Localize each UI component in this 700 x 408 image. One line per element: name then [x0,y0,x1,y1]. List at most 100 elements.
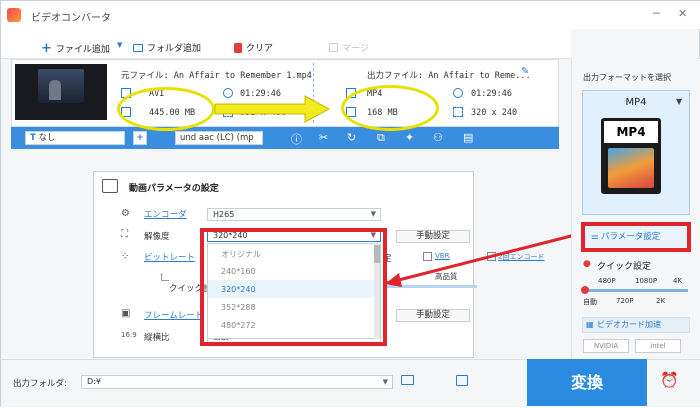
clear-label: クリア [246,44,274,54]
vbr-checkbox[interactable] [423,252,432,261]
tick-480p: 480P [598,277,616,285]
app-window: ビデオコンバータ ─ ✕ + ファイル追加 ▼ フォルダ追加 クリア マージ 元… [0,0,700,407]
source-resolution: 352 x 480 [240,108,287,118]
bitrate-slider-track[interactable] [383,285,477,288]
resolution-label: 解像度 [144,232,170,242]
chevron-down-icon[interactable]: ▼ [676,97,682,106]
chevron-down-icon: ▼ [370,210,376,218]
audio-track-select[interactable]: und aac (LC) (mp [175,131,263,145]
clear-button[interactable]: クリア [234,41,273,54]
output-folder-input[interactable]: D:¥ ▼ [81,375,393,389]
alarm-clock-icon[interactable]: ⏰ [660,371,679,389]
intel-badge: intel [635,339,681,353]
effect-icon[interactable]: ✦ [405,131,414,144]
tick-auto: 自動 [583,298,597,306]
merge-label: マージ [342,44,369,54]
resolution-icon [223,107,233,117]
thumbnail-scene [38,69,84,103]
tick-1080p: 1080P [635,277,658,285]
twopass-label: 2回エンコード [498,253,545,261]
folder-icon[interactable] [401,375,414,385]
nvidia-badge: NVIDIA [583,339,629,353]
bitrate-label[interactable]: ビットレート [144,251,195,263]
highlight-box [200,228,387,346]
gpu-icon: ▦ [586,320,594,329]
framerate-icon: ▣ [121,308,131,319]
add-subtitle-button[interactable]: + [133,131,147,145]
manual-setting-button[interactable]: 手動設定 [396,230,470,243]
quality-label: 高品質 [435,272,458,281]
info-icon[interactable]: ⓘ [291,131,302,147]
subtitle-edit-icon[interactable]: ▤ [463,131,473,144]
rotate-icon[interactable]: ↻ [347,131,356,144]
clock-icon [453,88,463,98]
bitrate-icon: ⁘ [121,251,130,262]
highlight-ellipse [341,85,439,131]
close-icon[interactable]: ✕ [678,7,687,20]
encoder-value: H265 [213,210,235,219]
output-folder-value: D:¥ [87,377,101,386]
parameter-settings-label: パラメータ設定 [601,232,661,242]
app-logo-icon [7,8,21,22]
chevron-down-icon: ▼ [382,378,388,386]
watermark-icon[interactable]: ⚇ [433,131,443,144]
chevron-down-icon: ▼ [117,41,123,49]
open-output-icon[interactable] [456,375,468,386]
trash-icon [234,42,242,53]
output-file-name: 出力ファイル: An Affair to Reme... [367,71,531,81]
crop-icon[interactable]: ⧉ [377,131,385,145]
manual-setting-button-2[interactable]: 手動設定 [396,309,470,322]
app-title: ビデオコンバータ [31,13,111,24]
clock-icon [223,88,233,98]
tick-720p: 720P [616,297,634,305]
output-duration: 01:29:46 [471,89,512,99]
slider-handle[interactable] [581,286,589,294]
aspect-icon: 16:9 [121,331,137,339]
resolution-icon: ⛶ [121,229,128,240]
add-folder-button[interactable]: フォルダ追加 [133,41,201,54]
quality-slider[interactable] [584,289,688,292]
add-file-button[interactable]: + ファイル追加 [41,41,110,56]
add-folder-label: フォルダ追加 [147,44,202,54]
output-folder-label: 出力フォルダ: [13,379,67,389]
convert-button[interactable]: 変換 [527,359,647,406]
encoder-label[interactable]: エンコーダ [144,208,187,220]
dialog-title: 動画パラメータの設定 [129,184,219,194]
edit-icon[interactable]: ✎ [521,66,529,77]
folder-icon [133,43,143,52]
tree-connector [161,273,169,281]
minimize-icon[interactable]: ─ [653,7,660,20]
highlight-ellipse [117,87,215,131]
film-settings-icon [102,179,118,193]
twopass-checkbox[interactable] [487,252,496,261]
tick-4k: 4K [673,277,683,285]
plus-icon: + [41,41,52,56]
thumbnail-figure [49,80,61,100]
subtitle-value: なし [38,133,56,143]
add-file-label: ファイル追加 [55,45,110,55]
text-icon: T [30,133,36,143]
encoder-icon: ⚙ [121,208,130,219]
cut-icon[interactable]: ✂ [319,131,328,144]
tick-2k: 2K [656,297,666,305]
encoder-select[interactable]: H265 ▼ [207,208,381,221]
framerate-label[interactable]: フレームレート [144,309,203,321]
merge-icon [329,43,338,52]
subtitle-select[interactable]: T なし [25,131,125,145]
balloon-image [608,148,654,188]
sliders-icon: ⚌ [591,232,599,242]
file-divider [313,63,314,123]
video-thumbnail[interactable] [15,64,107,120]
parameter-settings-button[interactable]: ⚌ パラメータ設定 [581,222,691,252]
add-file-dropdown[interactable]: ▼ [117,41,122,49]
gpu-acceleration-label: ビデオカード加速 [597,320,661,329]
source-file-name: 元ファイル: An Affair to Remember 1.mp4 [121,71,312,81]
mp4-icon-label: MP4 [604,121,658,143]
gpu-acceleration-toggle[interactable]: ▦ ビデオカード加速 [582,317,690,333]
aspect-label: 縦横比 [144,333,170,343]
output-format-name: MP4 [625,97,647,108]
merge-button[interactable]: マージ [329,41,369,54]
output-resolution: 320 x 240 [471,108,518,118]
vbr-label: VBR [435,252,450,260]
sidebar-heading: 出力フォーマットを選択 [583,73,671,82]
